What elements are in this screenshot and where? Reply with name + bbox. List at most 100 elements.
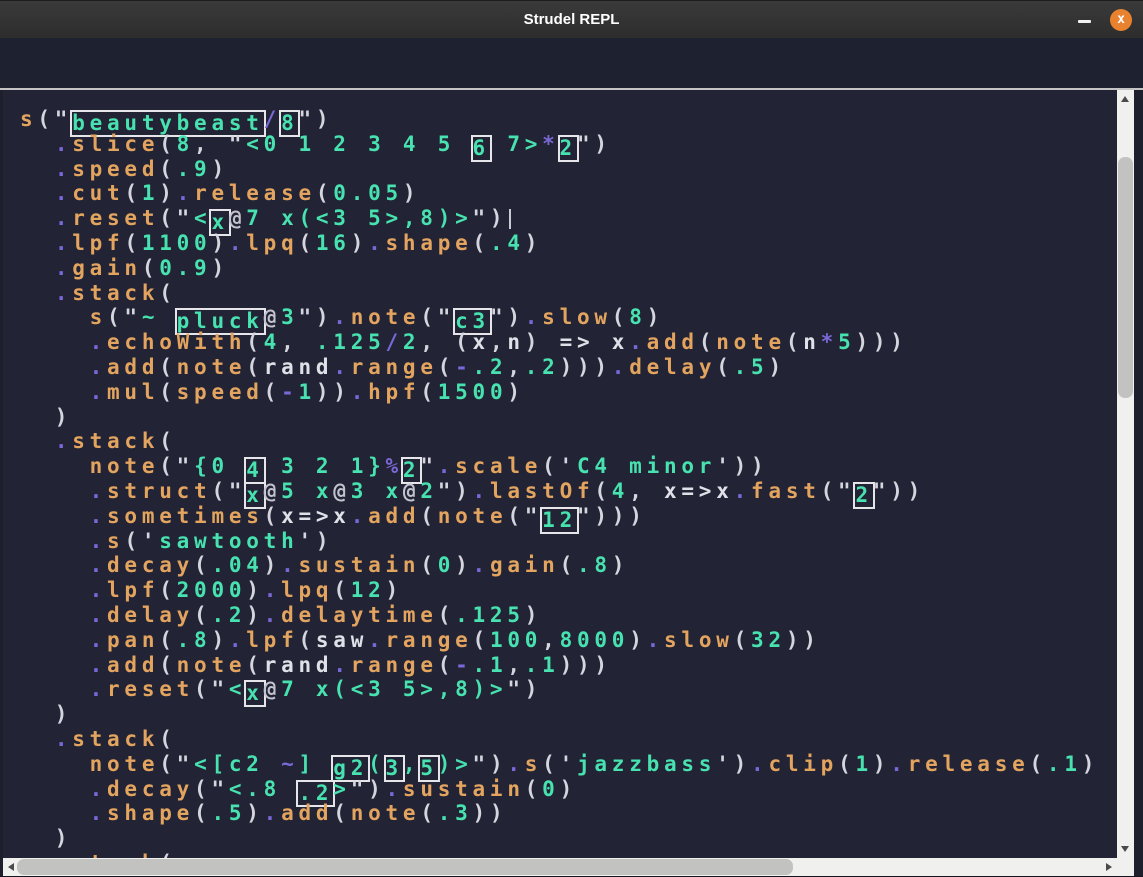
code-line: .speed(.9) [20, 157, 1117, 182]
code-token: . [264, 603, 281, 627]
code-token: note [90, 454, 160, 478]
scroll-left-arrow-icon[interactable] [8, 863, 14, 871]
code-token: , [281, 330, 316, 354]
code-token [20, 132, 55, 156]
horizontal-scrollbar[interactable] [3, 858, 1117, 876]
code-token: {0 [194, 454, 246, 478]
code-token: lpf [72, 231, 124, 255]
code-token: ( [1030, 752, 1047, 776]
code-token: . [90, 578, 107, 602]
code-token: @ [229, 206, 246, 230]
text-cursor [509, 209, 511, 229]
minimize-button[interactable] [1078, 20, 1091, 23]
highlighted-token: 2 [855, 484, 872, 507]
code-token: add [107, 355, 159, 379]
code-token: ) [525, 231, 542, 255]
code-token: 0.9 [159, 256, 211, 280]
code-token: ( [159, 851, 176, 858]
code-token: ) [612, 553, 629, 577]
code-token: delay [107, 603, 194, 627]
code-area[interactable]: s("beautybeast/8") .slice(8, "<0 1 2 3 4… [3, 90, 1117, 858]
vertical-scrollbar-thumb[interactable] [1118, 157, 1133, 398]
code-token: ( [473, 628, 490, 652]
code-token: @ [264, 677, 281, 701]
code-token: ( [246, 653, 263, 677]
code-token: - [281, 380, 298, 404]
code-token: ") [507, 677, 542, 701]
code-token: (" [159, 752, 194, 776]
highlighted-token: 6 [473, 137, 490, 160]
code-token: ( [838, 752, 855, 776]
code-token: ( [159, 281, 176, 305]
code-token: .5 [734, 355, 769, 379]
code-token: . [55, 132, 72, 156]
code-token: . [525, 305, 542, 329]
code-token: ')) [716, 454, 768, 478]
code-token: ) [246, 603, 263, 627]
scroll-up-arrow-icon[interactable] [1121, 96, 1129, 102]
code-token: ") [473, 752, 508, 776]
code-token: rand [264, 355, 334, 379]
code-token: ") [298, 107, 333, 131]
code-token: note [90, 752, 160, 776]
code-token: note [351, 801, 421, 825]
strudel-repl-window: Strudel REPL x s("beautybeast/8") .slice… [0, 0, 1143, 877]
code-token: < [194, 206, 211, 230]
code-line: .shape(.5).add(note(.3)) [20, 801, 1117, 826]
code-token: ( [124, 181, 141, 205]
code-token: . [890, 752, 907, 776]
code-token: ] [298, 752, 333, 776]
code-token: . [90, 801, 107, 825]
code-token: . [177, 181, 194, 205]
code-token: . [55, 281, 72, 305]
code-token: . [90, 504, 107, 528]
code-token: 1 [298, 380, 315, 404]
code-token: (" [821, 479, 856, 503]
code-token: ') [298, 529, 333, 553]
code-token: ~ [281, 752, 298, 776]
code-token: ) [20, 405, 72, 429]
code-token: , [490, 330, 507, 354]
code-token: ( [438, 653, 455, 677]
code-token: 8 [629, 305, 646, 329]
code-token: .125 [455, 603, 525, 627]
code-token: . [333, 653, 350, 677]
code-token: 7> [490, 132, 542, 156]
close-button[interactable]: x [1110, 9, 1132, 31]
code-token: release [194, 181, 316, 205]
code-line: s("~ pluck@3").note("c3").slow(8) [20, 305, 1117, 330]
code-token: stack [72, 727, 159, 751]
code-line: .mul(speed(-1)).hpf(1500) [20, 380, 1117, 405]
code-line: .s('sawtooth') [20, 529, 1117, 554]
code-token: ( [299, 628, 316, 652]
code-token: ( [159, 727, 176, 751]
code-token: n [507, 330, 524, 354]
code-token: ") [490, 305, 525, 329]
code-token: ( [246, 355, 263, 379]
code-token: . [55, 181, 72, 205]
code-token: ) [525, 330, 560, 354]
code-token: (' [124, 529, 159, 553]
code-token: . [264, 578, 281, 602]
code-token: ) [246, 578, 263, 602]
code-token: ) [386, 578, 403, 602]
code-token: )> [438, 752, 473, 776]
code-token: ( [159, 380, 176, 404]
code-token: . [90, 603, 107, 627]
code-token: ) [211, 256, 228, 280]
horizontal-scrollbar-thumb[interactable] [17, 859, 793, 875]
code-token: lpf [246, 628, 298, 652]
code-token: 0.05 [333, 181, 403, 205]
code-token: )) [786, 628, 821, 652]
code-token: ( [159, 429, 176, 453]
code-token: ( [560, 553, 577, 577]
code-token: . [90, 529, 107, 553]
code-token: .2 [473, 355, 508, 379]
code-token: . [90, 777, 107, 801]
code-token: ( [734, 628, 751, 652]
scroll-right-arrow-icon[interactable] [1106, 863, 1112, 871]
code-token: . [368, 231, 385, 255]
scroll-down-arrow-icon[interactable] [1121, 846, 1129, 852]
code-token [20, 429, 55, 453]
code-token: 2 [420, 479, 437, 503]
